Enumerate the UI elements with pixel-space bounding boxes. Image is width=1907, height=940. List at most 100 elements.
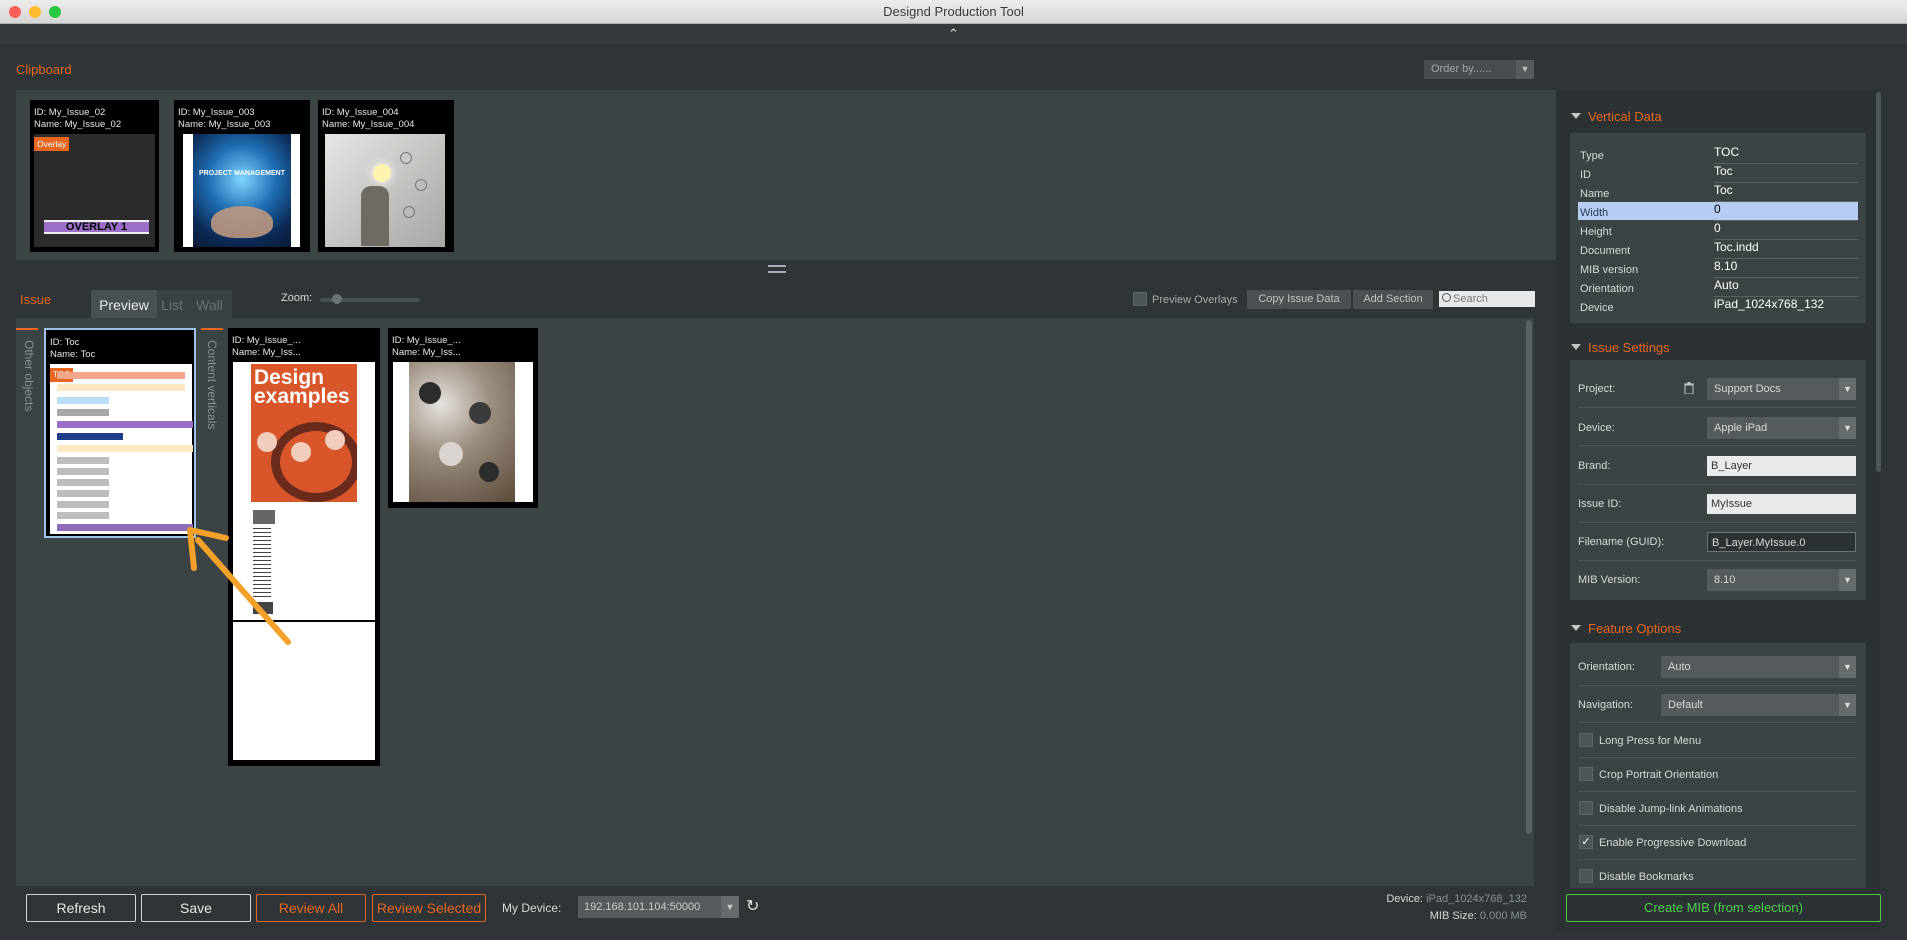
issue-id-label: Issue ID:: [1578, 498, 1622, 510]
issue-item[interactable]: ID: My_Issue_... Name: My_Iss...: [388, 328, 538, 508]
cover-image: [325, 134, 445, 247]
chevron-up-icon[interactable]: ⌃: [948, 26, 959, 41]
orientation-label: Orientation:: [1578, 661, 1635, 673]
review-selected-button[interactable]: Review Selected: [372, 894, 486, 922]
row-divider: [1578, 522, 1856, 523]
chevron-down-icon: ▼: [1839, 417, 1856, 439]
row-divider: [1578, 445, 1856, 446]
clipboard-item[interactable]: ID: My_Issue_003 Name: My_Issue_003 PROJE…: [174, 100, 310, 252]
select-value: Apple iPad: [1714, 422, 1768, 434]
filename-input[interactable]: B_Layer.MyIssue.0: [1707, 532, 1856, 552]
row-value: Auto: [1714, 278, 1739, 292]
side-tab-content-verticals[interactable]: Content verticals: [205, 340, 219, 480]
save-button[interactable]: Save: [141, 894, 251, 922]
disable-jumplink-animations-checkbox[interactable]: [1579, 801, 1593, 815]
issue-id-input[interactable]: MyIssue: [1707, 494, 1856, 514]
trash-icon[interactable]: [1684, 382, 1694, 394]
mib-version-select[interactable]: 8.10 ▼: [1707, 569, 1856, 591]
enable-progressive-download-checkbox[interactable]: ✓: [1579, 835, 1593, 849]
refresh-icon[interactable]: ↻: [746, 899, 761, 915]
issue-label: Issue: [20, 292, 52, 307]
device-label: Device:: [1578, 422, 1615, 434]
row-key: Width: [1580, 207, 1609, 219]
brand-input[interactable]: B_Layer: [1707, 456, 1856, 476]
feature-options-header[interactable]: Feature Options: [1571, 621, 1681, 636]
row-key: Document: [1580, 245, 1631, 257]
crop-portrait-checkbox[interactable]: [1579, 767, 1593, 781]
vertical-row-type[interactable]: Type TOC: [1578, 145, 1858, 163]
refresh-button[interactable]: Refresh: [26, 894, 136, 922]
item-id: ID: My_Issue_...: [392, 335, 461, 346]
navigation-label: Navigation:: [1578, 699, 1634, 711]
vertical-row-mib-version[interactable]: MIB version 8.10: [1578, 259, 1858, 277]
row-divider: [1578, 791, 1856, 792]
clipboard-item[interactable]: ID: My_Issue_02 Name: My_Issue_02 Overlay…: [30, 100, 159, 252]
row-divider: [1578, 722, 1856, 723]
row-value: 0: [1714, 221, 1721, 235]
checkbox-label: Disable Bookmarks: [1599, 871, 1694, 883]
orientation-select[interactable]: Auto ▼: [1661, 656, 1856, 678]
checkmark-icon: ✓: [1581, 836, 1591, 848]
vertical-row-id[interactable]: ID Toc: [1578, 164, 1858, 182]
item-name: Name: My_Iss...: [392, 347, 461, 358]
row-value: 8.10: [1714, 259, 1738, 273]
vertical-row-width[interactable]: Width 0: [1578, 202, 1858, 220]
checkbox-label: Crop Portrait Orientation: [1599, 769, 1719, 781]
copy-issue-data-button[interactable]: Copy Issue Data: [1247, 290, 1351, 309]
chevron-down-icon: ▼: [1839, 656, 1856, 678]
chevron-down-icon[interactable]: ▼: [1516, 60, 1534, 79]
overlay-label: OVERLAY 1: [44, 220, 149, 234]
vertical-row-name[interactable]: Name Toc: [1578, 183, 1858, 201]
tab-preview[interactable]: Preview: [91, 290, 157, 318]
checkbox-label: Long Press for Menu: [1599, 735, 1702, 747]
annotation-arrow: [187, 527, 291, 645]
maximize-window-button[interactable]: [49, 6, 61, 18]
navigation-select[interactable]: Default ▼: [1661, 694, 1856, 716]
properties-scrollbar[interactable]: [1876, 92, 1881, 472]
review-all-button[interactable]: Review All: [256, 894, 366, 922]
my-device-label: My Device:: [502, 901, 562, 915]
clipboard-label: Clipboard: [16, 62, 72, 77]
panel-splitter[interactable]: [768, 265, 786, 273]
checkbox-label: Disable Jump-link Animations: [1599, 803, 1743, 815]
tab-list[interactable]: List: [157, 290, 187, 318]
item-name: Name: Toc: [50, 349, 96, 360]
row-divider: [1578, 685, 1856, 686]
search-input[interactable]: Search: [1439, 291, 1535, 307]
vertical-row-document[interactable]: Document Toc.indd: [1578, 240, 1858, 258]
vertical-row-device[interactable]: Device iPad_1024x768_132: [1578, 297, 1858, 315]
create-mib-button[interactable]: Create MIB (from selection): [1566, 894, 1881, 922]
row-divider: [1578, 757, 1856, 758]
issue-settings-header[interactable]: Issue Settings: [1571, 340, 1670, 355]
page-preview: [393, 362, 533, 502]
disable-bookmarks-checkbox[interactable]: [1579, 869, 1593, 883]
issue-item-toc[interactable]: ID: TocName: Toc TOC: [44, 328, 196, 538]
minimize-window-button[interactable]: [29, 6, 41, 18]
project-select[interactable]: Support Docs ▼: [1707, 378, 1856, 400]
close-window-button[interactable]: [9, 6, 21, 18]
chevron-down-icon[interactable]: ▼: [721, 896, 739, 918]
tab-wall[interactable]: Wall: [187, 290, 232, 318]
row-key: Orientation: [1580, 283, 1634, 295]
vertical-data-header[interactable]: Vertical Data: [1571, 109, 1662, 124]
chevron-down-icon: ▼: [1839, 569, 1856, 591]
vertical-scrollbar[interactable]: [1526, 320, 1532, 834]
vertical-row-height[interactable]: Height 0: [1578, 221, 1858, 239]
item-name: Name: My_Issue_004: [322, 119, 415, 130]
preview-overlays-checkbox[interactable]: [1133, 292, 1147, 306]
my-device-select[interactable]: 192.168.101.104:50000: [578, 896, 721, 918]
device-select[interactable]: Apple iPad ▼: [1707, 417, 1856, 439]
device-info: Device: iPad_1024x768_132 MIB Size: 0.00…: [1340, 891, 1527, 925]
zoom-slider-handle[interactable]: [332, 294, 342, 304]
vertical-row-orientation[interactable]: Orientation Auto: [1578, 278, 1858, 296]
long-press-menu-checkbox[interactable]: [1579, 733, 1593, 747]
mib-size-label: MIB Size:: [1429, 910, 1477, 922]
item-name: Name: My_Issue_02: [34, 119, 122, 130]
side-tab-other-objects[interactable]: Other objects: [22, 340, 36, 460]
row-divider: [1578, 484, 1856, 485]
item-id: ID: My_Issue_004: [322, 107, 399, 118]
add-section-button[interactable]: Add Section: [1353, 290, 1433, 309]
select-value: 8.10: [1714, 574, 1736, 586]
clipboard-item[interactable]: ID: My_Issue_004 Name: My_Issue_004: [318, 100, 454, 252]
collapse-bar[interactable]: ⌃: [0, 24, 1907, 44]
